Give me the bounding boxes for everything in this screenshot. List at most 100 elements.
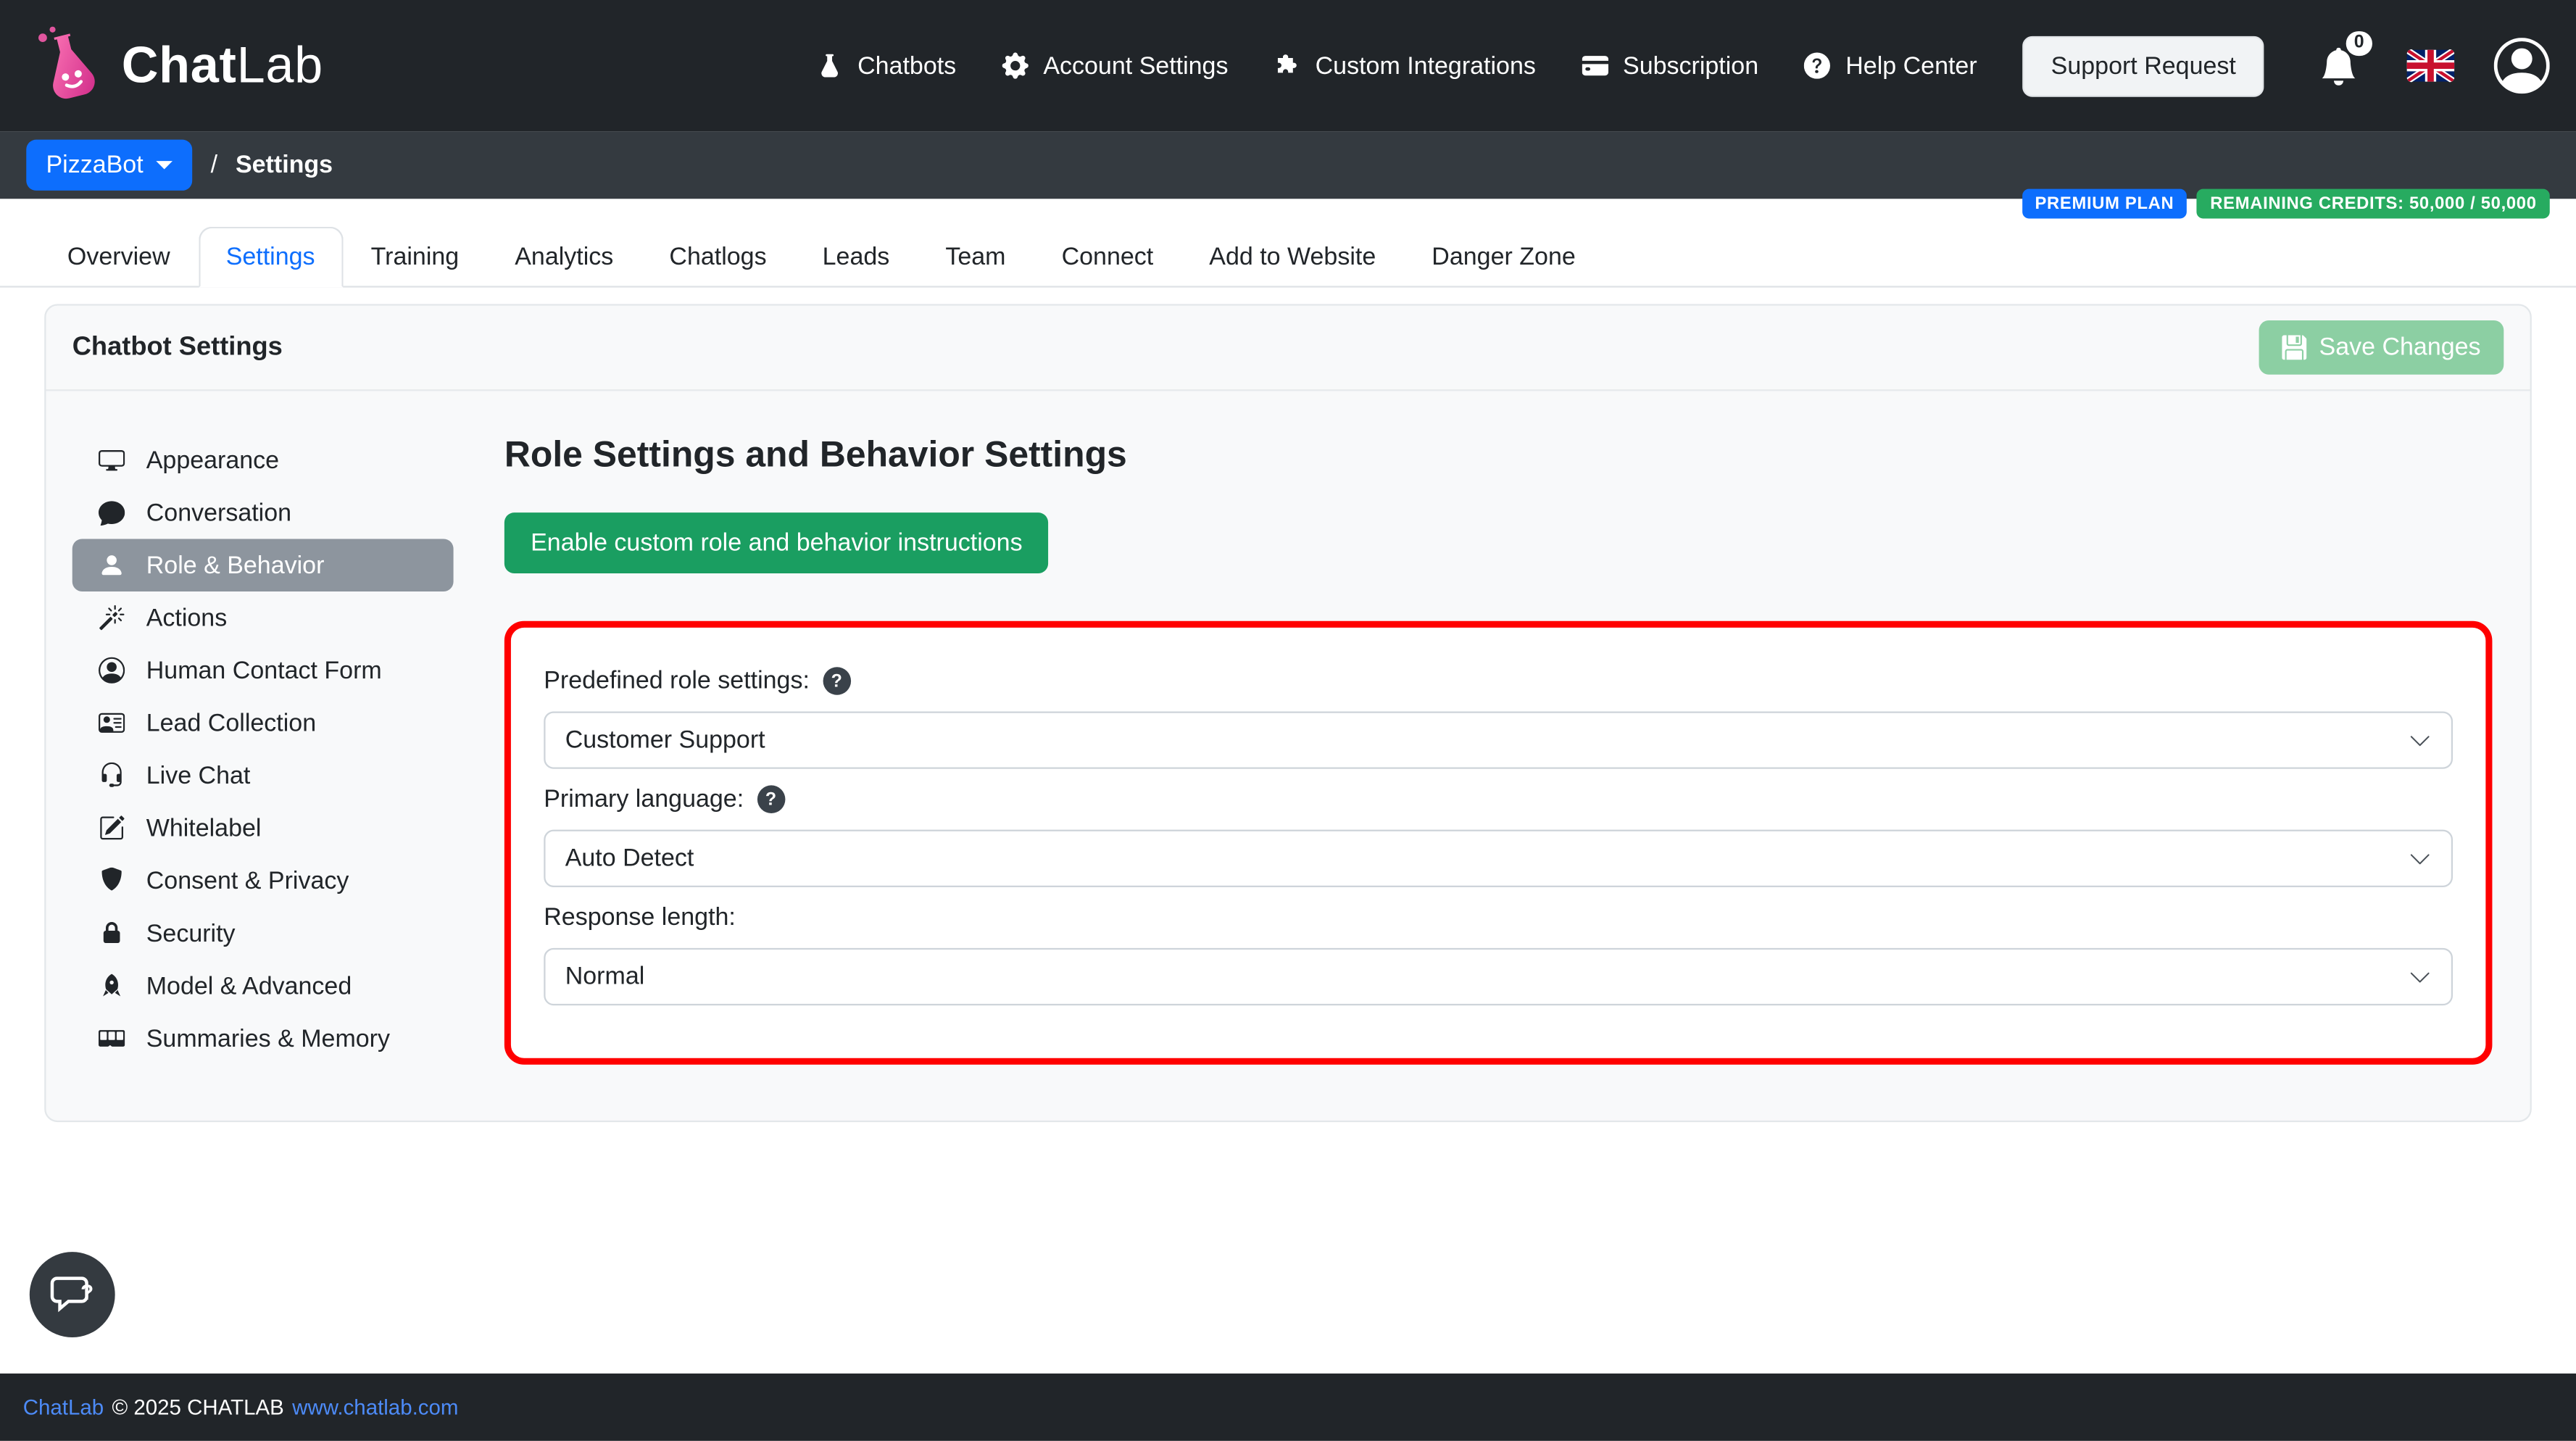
brand-name-light: Lab	[236, 36, 323, 94]
breadcrumb-separator: /	[210, 151, 218, 180]
display-icon	[98, 450, 125, 471]
caret-down-icon	[156, 161, 173, 170]
sidebar-item-model-advanced[interactable]: Model & Advanced	[72, 960, 454, 1013]
language-flag-uk-icon[interactable]	[2406, 49, 2455, 83]
sidebar-item-live-chat[interactable]: Live Chat	[72, 749, 454, 802]
tab-training[interactable]: Training	[343, 227, 487, 288]
user-avatar[interactable]	[2493, 38, 2550, 94]
role-behavior-content: Role Settings and Behavior Settings Enab…	[504, 433, 2504, 1065]
sidebar-item-human-contact-form[interactable]: Human Contact Form	[72, 644, 454, 697]
sidebar-item-label: Live Chat	[146, 761, 251, 790]
help-icon[interactable]	[823, 667, 851, 695]
sidebar-item-appearance[interactable]: Appearance	[72, 433, 454, 486]
sidebar-item-security[interactable]: Security	[72, 907, 454, 960]
predefined-role-select[interactable]: Customer Support	[544, 711, 2454, 769]
chat-widget-button[interactable]	[29, 1252, 115, 1338]
support-request-button[interactable]: Support Request	[2023, 35, 2264, 96]
tab-connect[interactable]: Connect	[1034, 227, 1181, 288]
main-nav: Chatbots Account Settings Custom Integra…	[816, 51, 1977, 80]
chatlab-logo-flask-icon	[38, 26, 95, 99]
sidebar-item-label: Lead Collection	[146, 709, 317, 737]
save-changes-label: Save Changes	[2319, 333, 2481, 362]
page-footer: ChatLab © 2025 CHATLAB www.chatlab.com	[0, 1373, 2576, 1441]
lock-icon	[103, 922, 120, 944]
sidebar-item-actions[interactable]: Actions	[72, 591, 454, 644]
section-title: Role Settings and Behavior Settings	[504, 433, 1127, 476]
nav-label: Chatbots	[857, 51, 957, 80]
pencil-square-icon	[100, 815, 125, 840]
chevron-down-icon	[2410, 735, 2430, 746]
tab-leads[interactable]: Leads	[794, 227, 918, 288]
nav-label: Custom Integrations	[1315, 51, 1536, 80]
sidebar-item-summaries-memory[interactable]: Summaries & Memory	[72, 1012, 454, 1065]
field-label: Primary language:	[544, 785, 744, 813]
tab-overview[interactable]: Overview	[39, 227, 198, 288]
select-value: Auto Detect	[565, 844, 694, 873]
highlighted-settings-panel: Predefined role settings: Customer Suppo…	[504, 620, 2493, 1065]
plan-badges: PREMIUM PLAN REMAINING CREDITS: 50,000 /…	[2022, 188, 2550, 219]
footer-brand-link[interactable]: ChatLab	[23, 1395, 104, 1419]
sidebar-item-lead-collection[interactable]: Lead Collection	[72, 697, 454, 749]
tab-chatlogs[interactable]: Chatlogs	[641, 227, 794, 288]
sidebar-item-consent-privacy[interactable]: Consent & Privacy	[72, 855, 454, 908]
chevron-down-icon	[2410, 971, 2430, 982]
tab-add-to-website[interactable]: Add to Website	[1181, 227, 1404, 288]
chevron-down-icon	[2410, 853, 2430, 864]
select-value: Normal	[565, 963, 645, 991]
tab-settings[interactable]: Settings	[198, 226, 344, 288]
notification-count-badge: 0	[2346, 30, 2372, 55]
response-length-select[interactable]: Normal	[544, 947, 2454, 1006]
card-header: Chatbot Settings Save Changes	[46, 306, 2530, 391]
settings-sidebar: Appearance Conversation Role & Behavior	[72, 433, 454, 1064]
card-title: Chatbot Settings	[72, 332, 283, 361]
memory-icon	[98, 1030, 125, 1047]
sidebar-item-label: Consent & Privacy	[146, 866, 349, 895]
help-icon[interactable]	[757, 785, 785, 813]
nav-item-account-settings[interactable]: Account Settings	[1002, 51, 1229, 80]
magic-wand-icon	[99, 605, 125, 631]
notifications-button[interactable]: 0	[2319, 30, 2372, 85]
field-label: Response length:	[544, 903, 736, 932]
bot-selector-dropdown[interactable]: PizzaBot	[26, 139, 193, 191]
gear-icon	[1002, 52, 1029, 79]
sidebar-item-whitelabel[interactable]: Whitelabel	[72, 802, 454, 855]
enable-custom-role-button[interactable]: Enable custom role and behavior instruct…	[504, 512, 1049, 574]
nav-item-subscription[interactable]: Subscription	[1582, 51, 1758, 80]
field-label-row: Response length:	[544, 904, 2453, 932]
sidebar-item-label: Model & Advanced	[146, 971, 352, 1000]
nav-item-help-center[interactable]: Help Center	[1804, 51, 1977, 80]
sidebar-item-conversation[interactable]: Conversation	[72, 486, 454, 539]
field-label-row: Predefined role settings:	[544, 667, 2453, 695]
select-value: Customer Support	[565, 726, 765, 755]
nav-label: Help Center	[1845, 51, 1977, 80]
sidebar-item-label: Role & Behavior	[146, 551, 325, 579]
footer-copyright: © 2025 CHATLAB	[112, 1395, 284, 1420]
chat-help-icon	[50, 1276, 88, 1313]
save-changes-button[interactable]: Save Changes	[2258, 320, 2504, 375]
person-circle-icon	[98, 657, 125, 684]
nav-item-chatbots[interactable]: Chatbots	[816, 51, 956, 80]
tab-team[interactable]: Team	[918, 227, 1034, 288]
bot-name: PizzaBot	[46, 151, 144, 180]
field-label-row: Primary language:	[544, 785, 2453, 813]
nav-label: Account Settings	[1043, 51, 1229, 80]
credit-card-icon	[1582, 56, 1608, 76]
remaining-credits-badge: REMAINING CREDITS: 50,000 / 50,000	[2197, 188, 2550, 219]
sidebar-item-role-behavior[interactable]: Role & Behavior	[72, 539, 454, 591]
tab-analytics[interactable]: Analytics	[487, 227, 641, 288]
sidebar-item-label: Whitelabel	[146, 814, 262, 842]
breadcrumb-current-page: Settings	[235, 151, 333, 180]
primary-language-select[interactable]: Auto Detect	[544, 829, 2454, 887]
uk-flag-icon	[2406, 49, 2455, 83]
rocket-icon	[103, 973, 121, 997]
brand-name: ChatLab	[122, 36, 323, 96]
save-icon	[2281, 335, 2306, 360]
tab-danger-zone[interactable]: Danger Zone	[1404, 227, 1604, 288]
chat-bubble-icon	[98, 501, 125, 526]
nav-item-custom-integrations[interactable]: Custom Integrations	[1274, 51, 1536, 80]
nav-label: Subscription	[1623, 51, 1759, 80]
field-label: Predefined role settings:	[544, 667, 810, 695]
footer-website-link[interactable]: www.chatlab.com	[292, 1395, 458, 1419]
premium-plan-badge: PREMIUM PLAN	[2022, 188, 2187, 219]
chatlab-logo[interactable]: ChatLab	[26, 21, 323, 109]
